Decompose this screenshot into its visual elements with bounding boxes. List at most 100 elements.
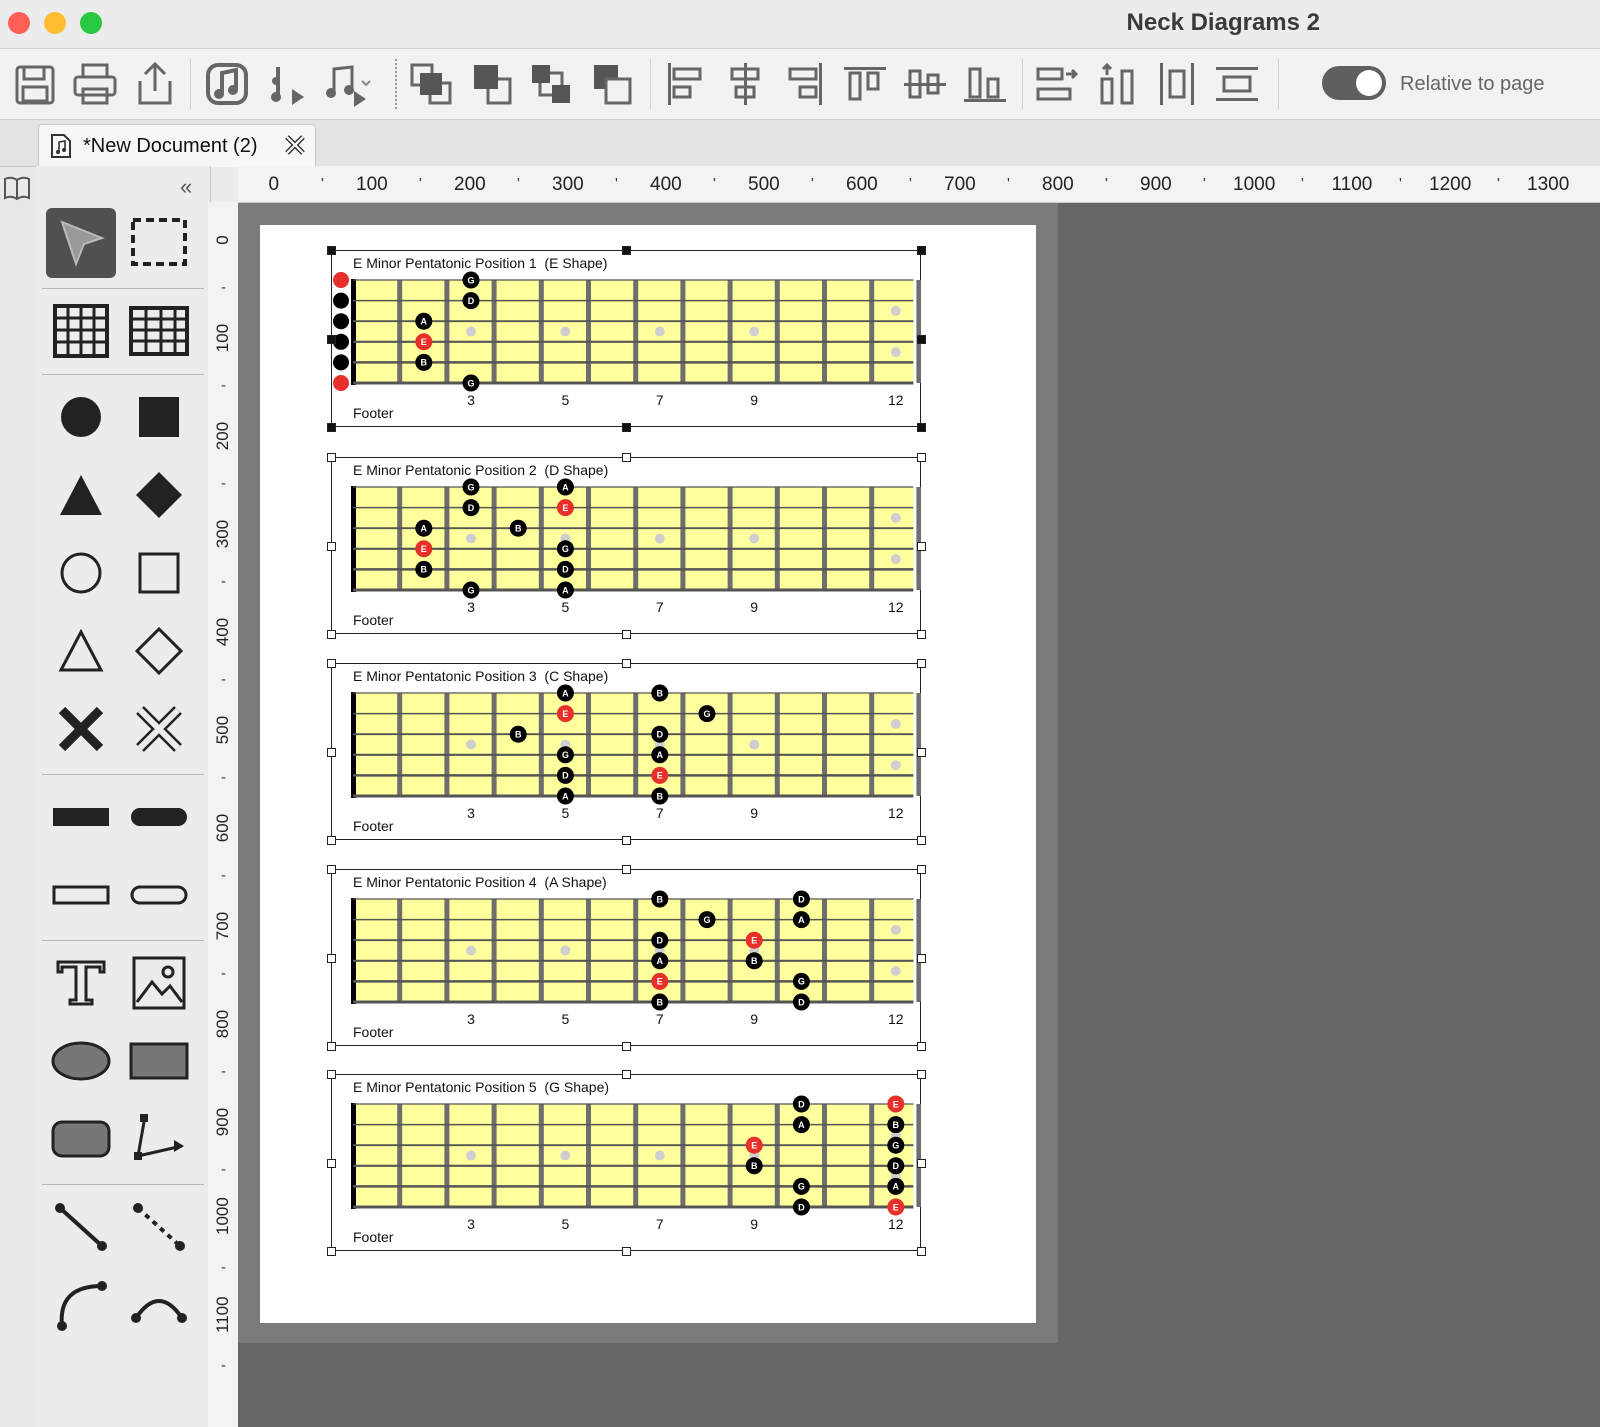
neck-diagram[interactable]: 3 5 7 9 12 B D G A D E A B E G B D E Minor Pentatonic Pos… [327,865,926,1051]
filled-x-tool[interactable] [46,694,116,764]
resize-handle[interactable] [622,453,631,462]
filled-triangle-tool[interactable] [46,460,116,530]
neck-diagram[interactable]: 3 5 7 9 12 D E A B E G B D G A D E E Minor Pentatonic Pos… [327,1070,926,1256]
dotted-line-tool[interactable] [124,1192,194,1262]
share-button[interactable] [130,59,180,109]
resize-handle[interactable] [622,865,631,874]
outline-square-tool[interactable] [124,538,194,608]
resize-handle[interactable] [917,865,926,874]
line-tool[interactable] [46,1192,116,1262]
play-melody-button[interactable] [322,59,372,109]
filled-diamond-tool[interactable] [124,460,194,530]
neck-grid-tool[interactable] [124,296,194,366]
rounded-rectangle-tool[interactable] [46,1104,116,1174]
resize-handle[interactable] [917,1247,926,1256]
neck-diagram[interactable]: 3 5 7 9 12 A B E G B D G A D E A B E Minor Pentatonic Pos… [327,659,926,845]
save-button[interactable] [10,59,60,109]
resize-handle[interactable] [327,1042,336,1051]
resize-handle[interactable] [622,630,631,639]
resize-handle[interactable] [622,836,631,845]
resize-handle[interactable] [917,630,926,639]
minimize-window-button[interactable] [44,12,66,34]
resize-handle[interactable] [917,1158,926,1168]
resize-handle[interactable] [917,334,926,344]
resize-handle[interactable] [327,541,336,551]
resize-handle[interactable] [622,1247,631,1256]
resize-handle[interactable] [917,1070,926,1079]
outline-x-tool[interactable] [124,694,194,764]
resize-handle[interactable] [327,453,336,462]
same-height-button[interactable] [1212,59,1262,109]
resize-handle[interactable] [622,1070,631,1079]
filled-pill-tool[interactable] [124,782,194,852]
send-to-back-button[interactable] [586,59,636,109]
align-right-button[interactable] [780,59,830,109]
relative-to-page-toggle[interactable] [1322,66,1386,100]
resize-handle[interactable] [327,747,336,757]
resize-handle[interactable] [327,1158,336,1168]
image-tool[interactable] [124,948,194,1018]
arc-tool[interactable] [124,1270,194,1340]
send-backward-button[interactable] [526,59,576,109]
resize-handle[interactable] [917,659,926,668]
marquee-select-tool[interactable] [124,208,194,278]
insert-music-button[interactable] [202,59,252,109]
tab-new-document[interactable]: *New Document (2) [38,124,316,167]
outline-triangle-tool[interactable] [46,616,116,686]
resize-handle[interactable] [917,836,926,845]
resize-handle[interactable] [917,1042,926,1051]
align-middle-button[interactable] [900,59,950,109]
filled-circle-tool[interactable] [46,382,116,452]
resize-handle[interactable] [917,423,926,432]
same-width-button[interactable] [1152,59,1202,109]
resize-handle[interactable] [622,659,631,668]
select-tool[interactable] [46,208,116,278]
resize-handle[interactable] [622,1042,631,1051]
resize-handle[interactable] [327,630,336,639]
filled-square-tool[interactable] [124,382,194,452]
align-center-button[interactable] [720,59,770,109]
resize-handle[interactable] [327,836,336,845]
book-icon[interactable] [2,174,32,202]
rectangle-tool[interactable] [124,1026,194,1096]
resize-handle[interactable] [327,659,336,668]
zoom-window-button[interactable] [80,12,102,34]
resize-handle[interactable] [327,1247,336,1256]
align-top-button[interactable] [840,59,890,109]
print-button[interactable] [70,59,120,109]
text-tool[interactable] [46,948,116,1018]
align-bottom-button[interactable] [960,59,1010,109]
resize-handle[interactable] [917,453,926,462]
close-tab-icon[interactable] [283,133,307,157]
bring-forward-button[interactable] [466,59,516,109]
bring-to-front-button[interactable] [406,59,456,109]
filled-bar-tool[interactable] [46,782,116,852]
resize-handle[interactable] [917,953,926,963]
neck-diagram[interactable]: 3 5 7 9 12 G A D E A B E G B D G A E Minor Pentatonic Pos… [327,453,926,639]
resize-handle[interactable] [327,246,336,255]
align-left-button[interactable] [660,59,710,109]
resize-handle[interactable] [917,747,926,757]
resize-handle[interactable] [327,423,336,432]
resize-handle[interactable] [622,246,631,255]
outline-pill-tool[interactable] [124,860,194,930]
resize-handle[interactable] [327,953,336,963]
collapse-panel-button[interactable]: « [180,174,192,200]
resize-handle[interactable] [327,334,336,344]
neck-diagram[interactable]: 3 5 7 9 12 G D A E B G E Minor Pentatonic Position … [327,246,926,432]
close-window-button[interactable] [8,12,30,34]
distribute-vertical-button[interactable] [1092,59,1142,109]
resize-handle[interactable] [327,865,336,874]
connector-tool[interactable] [124,1104,194,1174]
ellipse-tool[interactable] [46,1026,116,1096]
curve-tool[interactable] [46,1270,116,1340]
outline-diamond-tool[interactable] [124,616,194,686]
resize-handle[interactable] [327,1070,336,1079]
outline-circle-tool[interactable] [46,538,116,608]
outline-bar-tool[interactable] [46,860,116,930]
resize-handle[interactable] [622,423,631,432]
chord-grid-tool[interactable] [46,296,116,366]
distribute-horizontal-button[interactable] [1032,59,1082,109]
resize-handle[interactable] [917,541,926,551]
resize-handle[interactable] [917,246,926,255]
